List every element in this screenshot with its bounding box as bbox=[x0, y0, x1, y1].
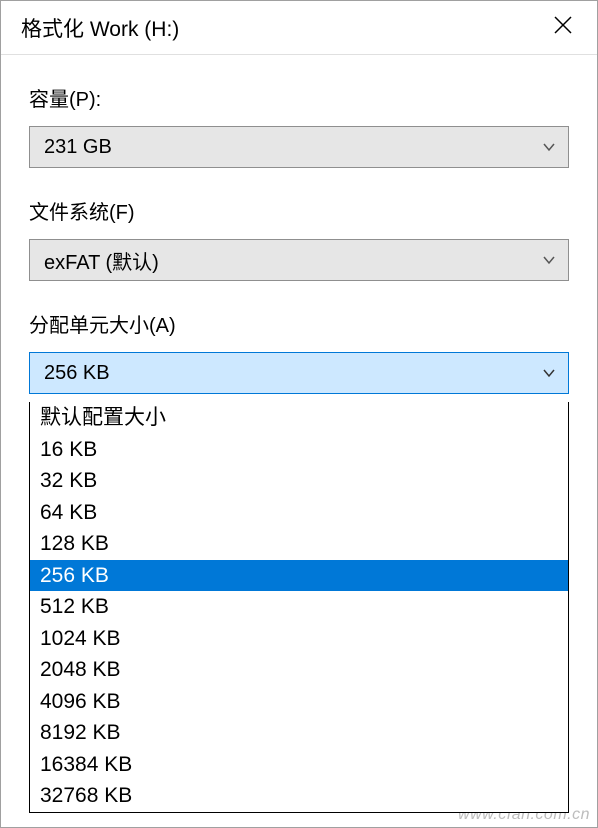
allocation-option[interactable]: 32 KB bbox=[30, 465, 568, 497]
dialog-title: 格式化 Work (H:) bbox=[21, 13, 179, 43]
capacity-value: 231 GB bbox=[44, 136, 112, 159]
filesystem-label: 文件系统(F) bbox=[29, 196, 569, 225]
allocation-option[interactable]: 4096 KB bbox=[30, 686, 568, 718]
dialog-content: 容量(P): 231 GB 文件系统(F) exFAT (默认) 分配单元大小(… bbox=[1, 55, 597, 394]
allocation-option[interactable]: 64 KB bbox=[30, 497, 568, 529]
allocation-option[interactable]: 512 KB bbox=[30, 591, 568, 623]
allocation-option[interactable]: 16 KB bbox=[30, 434, 568, 466]
capacity-select[interactable]: 231 GB bbox=[29, 126, 569, 168]
format-dialog: 格式化 Work (H:) 容量(P): 231 GB 文件系统(F) exFA… bbox=[0, 0, 598, 828]
allocation-option[interactable]: 16384 KB bbox=[30, 749, 568, 781]
close-button[interactable] bbox=[543, 8, 583, 48]
allocation-option[interactable]: 128 KB bbox=[30, 528, 568, 560]
allocation-option[interactable]: 256 KB bbox=[30, 560, 568, 592]
filesystem-value: exFAT (默认) bbox=[44, 246, 159, 275]
chevron-down-icon bbox=[542, 366, 556, 380]
allocation-option[interactable]: 2048 KB bbox=[30, 654, 568, 686]
allocation-dropdown: 默认配置大小16 KB32 KB64 KB128 KB256 KB512 KB1… bbox=[29, 402, 569, 813]
allocation-option[interactable]: 8192 KB bbox=[30, 717, 568, 749]
allocation-select[interactable]: 256 KB bbox=[29, 352, 569, 394]
filesystem-select[interactable]: exFAT (默认) bbox=[29, 239, 569, 281]
allocation-option[interactable]: 1024 KB bbox=[30, 623, 568, 655]
close-icon bbox=[554, 16, 572, 39]
allocation-option[interactable]: 32768 KB bbox=[30, 780, 568, 812]
allocation-label: 分配单元大小(A) bbox=[29, 309, 569, 338]
allocation-option[interactable]: 默认配置大小 bbox=[30, 402, 568, 434]
capacity-label: 容量(P): bbox=[29, 83, 569, 112]
titlebar: 格式化 Work (H:) bbox=[1, 1, 597, 55]
chevron-down-icon bbox=[542, 253, 556, 267]
allocation-value: 256 KB bbox=[44, 362, 110, 385]
chevron-down-icon bbox=[542, 140, 556, 154]
